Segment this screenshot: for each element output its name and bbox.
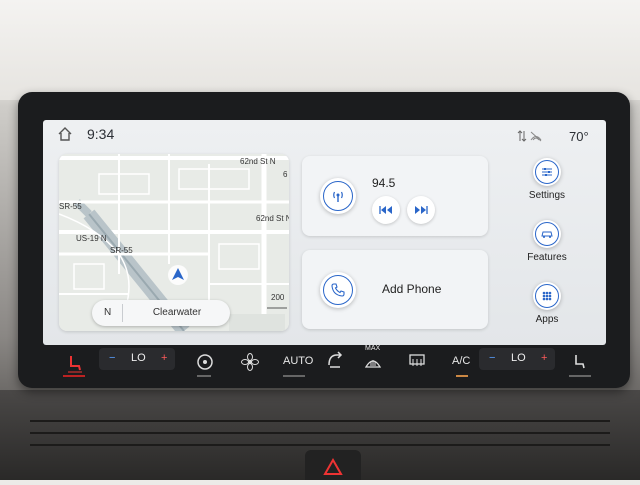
wheel-heat-level [197,375,211,377]
radio-source-button[interactable] [320,178,356,214]
radio-frequency: 94.5 [372,176,396,190]
passenger-seat-level [569,375,591,377]
map-street-label: 62nd St N [256,214,289,223]
climate-controls: − LO + AUTO MAX A/C − LO + [43,345,606,381]
right-temperature-stepper[interactable]: − LO + [479,348,555,370]
vent-slat [30,444,610,446]
dashboard-background [0,0,640,100]
steering-wheel-heat-icon[interactable] [196,353,214,371]
front-defrost-icon[interactable] [363,355,383,371]
infotainment-screen: 9:34 70° 62nd St N 6 SR-55 62nd St N US-… [43,120,606,345]
settings-button[interactable]: Settings [512,158,582,212]
right-temp-increase[interactable]: + [541,352,547,364]
passenger-seat-icon[interactable] [571,353,589,371]
right-temp-decrease[interactable]: − [489,352,495,364]
left-temperature-value: LO [131,352,146,364]
skip-forward-icon [415,206,428,214]
recirculation-icon[interactable] [325,351,345,371]
map-highway-label: SR-55 [110,246,133,255]
ac-indicator [456,375,468,377]
pill-divider [122,304,123,322]
right-temperature-value: LO [511,352,526,364]
features-button[interactable]: Features [512,220,582,274]
vehicle-position-icon [168,265,188,285]
rear-defrost-icon[interactable] [409,354,425,368]
map-highway-label: US-19 N [76,234,107,243]
sliders-icon [542,168,552,176]
features-label: Features [527,252,567,263]
radio-icon [333,191,343,202]
map-street-label: 62nd St N [240,157,276,166]
map-scale-label: 200 [271,293,285,302]
heated-seat-icon[interactable] [65,353,85,373]
left-temperature-stepper[interactable]: − LO + [99,348,175,370]
hazard-button[interactable] [305,450,361,480]
auto-indicator [283,375,305,377]
skip-forward-button[interactable] [407,196,435,224]
apps-button[interactable]: Apps [512,282,582,336]
phone-icon [331,283,345,297]
current-location-label: Clearwater [152,307,202,318]
skip-back-button[interactable] [372,196,400,224]
radio-card[interactable]: 94.5 [302,156,488,236]
map-road-number-label: 6 [283,170,288,179]
fan-icon[interactable] [241,353,259,371]
ac-button[interactable]: A/C [452,355,470,367]
settings-label: Settings [528,190,566,201]
auto-climate-button[interactable]: AUTO [283,355,313,367]
apps-label: Apps [535,314,559,325]
phone-card[interactable]: Add Phone [302,250,488,329]
skip-back-icon [379,206,392,214]
seat-heat-level [63,375,85,377]
signal-icon [517,130,542,142]
vent-slat [30,432,610,434]
max-defrost-label: MAX [365,345,381,352]
phone-button[interactable] [320,272,356,308]
left-temp-decrease[interactable]: − [109,352,115,364]
location-pill[interactable]: N Clearwater [92,300,230,326]
left-temp-increase[interactable]: + [161,352,167,364]
outside-temperature: 70° [569,129,589,144]
clock: 9:34 [87,126,115,142]
car-icon [541,231,553,238]
map-highway-label: SR-55 [59,202,82,211]
compass-heading[interactable]: N [104,307,111,318]
vent-slat [30,420,610,422]
grid-icon [542,291,552,301]
home-icon[interactable] [57,126,73,142]
status-bar: 9:34 70° [43,120,606,150]
add-phone-label: Add Phone [382,282,442,296]
